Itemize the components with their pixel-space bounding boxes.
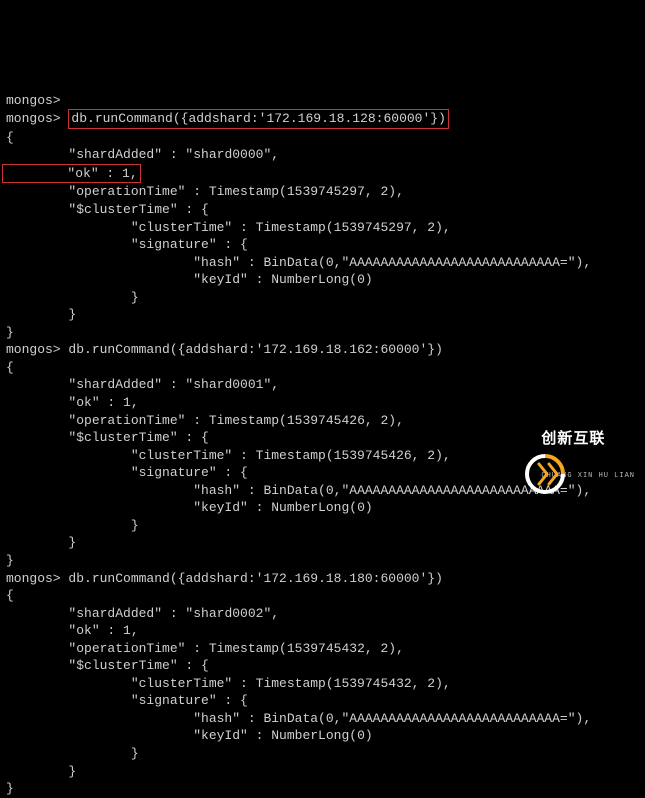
signature-keyid: NumberLong(0) — [271, 728, 372, 743]
logo-mark-icon — [491, 434, 535, 478]
watermark-logo: 创新互联 CHUANG XIN HU LIAN — [491, 406, 635, 506]
ok-value: 1 — [123, 395, 131, 410]
shard-added-value: shard0002 — [193, 606, 263, 621]
command-input[interactable]: db.runCommand({addshard:'172.169.18.128:… — [68, 109, 448, 129]
prompt: mongos> — [6, 111, 61, 126]
signature-hash: BinData(0,"AAAAAAAAAAAAAAAAAAAAAAAAAAA="… — [263, 711, 583, 726]
ok-value: 1 — [122, 166, 130, 181]
prompt: mongos> — [6, 571, 61, 586]
signature-keyid: NumberLong(0) — [271, 272, 372, 287]
cluster-time: Timestamp(1539745297, 2) — [256, 220, 443, 235]
operation-time: Timestamp(1539745432, 2) — [209, 641, 396, 656]
command-input[interactable]: db.runCommand({addshard:'172.169.18.162:… — [68, 342, 442, 357]
signature-keyid: NumberLong(0) — [271, 500, 372, 515]
operation-time: Timestamp(1539745297, 2) — [209, 184, 396, 199]
prompt: mongos> — [6, 342, 61, 357]
cluster-time: Timestamp(1539745426, 2) — [256, 448, 443, 463]
cluster-time: Timestamp(1539745432, 2) — [256, 676, 443, 691]
command-input[interactable]: db.runCommand({addshard:'172.169.18.180:… — [68, 571, 442, 586]
prompt: mongos> — [6, 93, 61, 108]
shard-added-value: shard0000 — [193, 147, 263, 162]
signature-hash: BinData(0,"AAAAAAAAAAAAAAAAAAAAAAAAAAA="… — [263, 255, 583, 270]
ok-value: 1 — [123, 623, 131, 638]
ok-highlight: "ok" : 1, — [2, 164, 141, 184]
shard-added-value: shard0001 — [193, 377, 263, 392]
operation-time: Timestamp(1539745426, 2) — [209, 413, 396, 428]
logo-name: 创新互联 — [541, 432, 635, 447]
